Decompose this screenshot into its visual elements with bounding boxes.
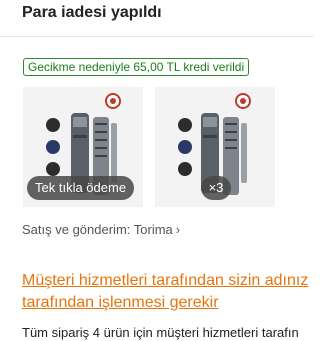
- product-thumbnail-2[interactable]: ×3: [155, 87, 275, 207]
- section-divider: [0, 36, 314, 37]
- chevron-right-icon: ›: [175, 222, 181, 237]
- delay-credit-badge: Gecikme nedeniyle 65,00 TL kredi verildi: [23, 58, 250, 76]
- refund-status-title: Para iadesi yapıldı: [22, 4, 162, 21]
- order-detail-page: Para iadesi yapıldı Gecikme nedeniyle 65…: [0, 0, 314, 341]
- customer-service-notice-link[interactable]: Müşteri hizmetleri tarafından sizin adın…: [22, 270, 314, 314]
- extra-items-count-pill[interactable]: ×3: [201, 176, 231, 200]
- product-thumbnail-1[interactable]: Tek tıkla ödeme: [23, 87, 143, 207]
- seller-link[interactable]: Satış ve gönderim: Torima ›: [22, 222, 180, 237]
- seller-label: Satış ve gönderim: Torima: [22, 222, 173, 237]
- notice-line-1: Müşteri hizmetleri tarafından sizin adın…: [22, 272, 309, 289]
- order-info-text: Tüm sipariş 4 ürün için müşteri hizmetle…: [22, 325, 299, 340]
- notice-line-2: tarafından işlenmesi gerekir: [22, 294, 219, 311]
- one-click-pay-pill[interactable]: Tek tıkla ödeme: [27, 176, 135, 200]
